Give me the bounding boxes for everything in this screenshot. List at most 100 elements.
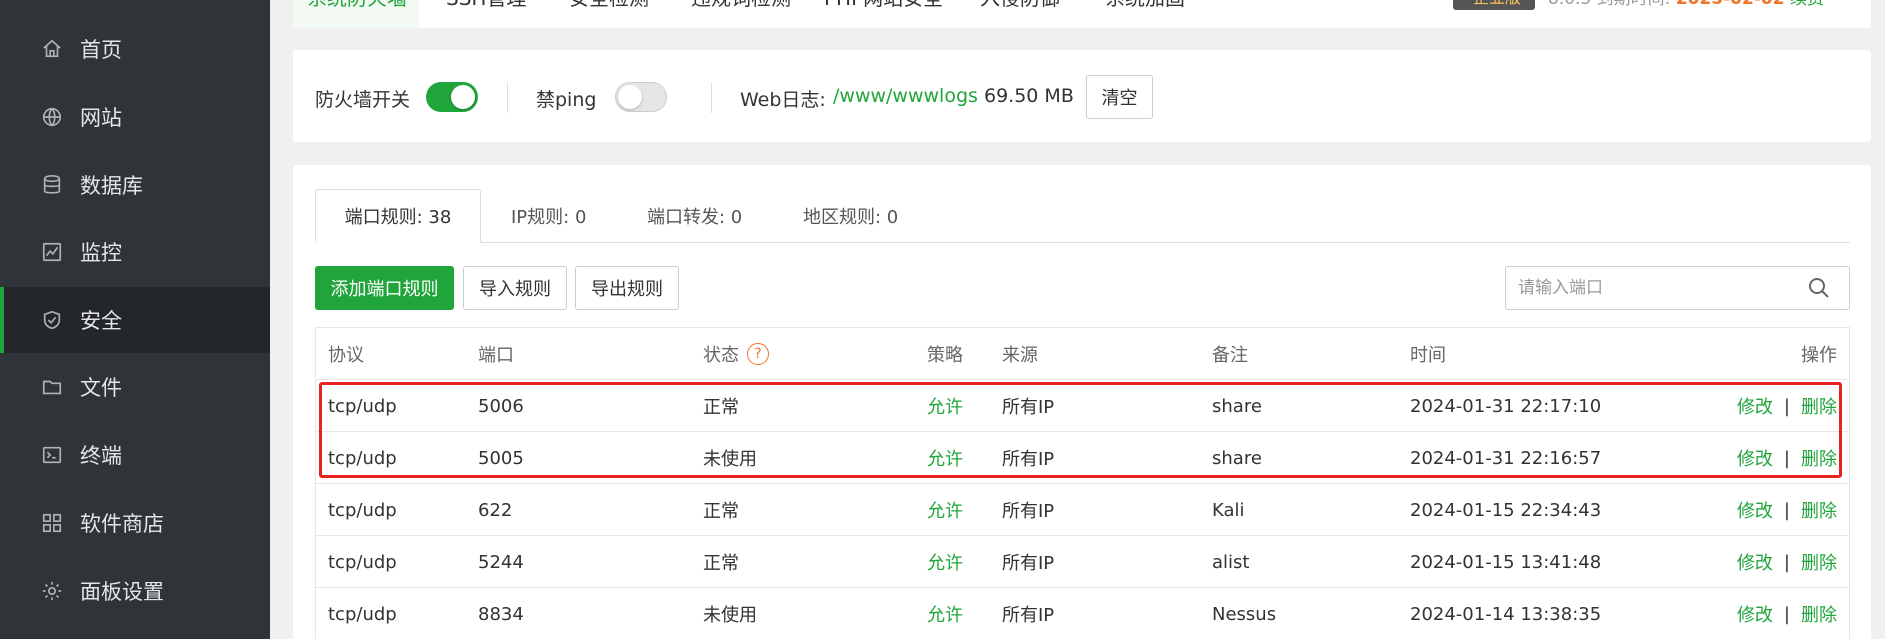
cell-note[interactable]: alist: [1212, 536, 1249, 588]
sidebar-item-files[interactable]: 文件: [0, 354, 270, 420]
edit-link[interactable]: 修改: [1737, 497, 1773, 523]
port-search-input[interactable]: [1505, 266, 1850, 310]
action-separator: |: [1783, 603, 1790, 625]
cell-protocol: tcp/udp: [328, 551, 397, 573]
cell-source: 所有IP: [1002, 501, 1055, 522]
cell-policy: 允许: [927, 605, 963, 626]
cell-time: 2024-01-14 13:38:35: [1410, 603, 1602, 625]
cell-actions: 修改 | 删除: [1737, 484, 1837, 536]
cell-protocol: tcp/udp: [328, 603, 397, 625]
renew-link[interactable]: 续费: [1790, 0, 1824, 9]
sidebar-item-label: 数据库: [80, 174, 143, 198]
sidebar-item-website[interactable]: 网站: [0, 84, 270, 150]
tab-ssh-management[interactable]: SSH管理: [446, 0, 526, 11]
delete-link[interactable]: 删除: [1801, 497, 1837, 523]
action-separator: |: [1783, 395, 1790, 417]
header-port: 端口: [478, 345, 514, 366]
tab-region-rules[interactable]: 地区规则: 0: [803, 189, 898, 243]
cell-source: 所有IP: [1002, 605, 1055, 626]
edit-link[interactable]: 修改: [1737, 601, 1773, 627]
ping-label: 禁ping: [536, 89, 597, 111]
globe-icon: [40, 105, 64, 129]
tab-port-forwarding[interactable]: 端口转发: 0: [647, 189, 742, 243]
sidebar: 首页 网站 数据库 监控 安全 文件 终端 软件商店 面板设置: [0, 0, 270, 639]
header-time: 时间: [1410, 345, 1446, 366]
add-port-rule-button[interactable]: 添加端口规则: [315, 266, 454, 310]
monitor-icon: [40, 240, 64, 264]
cell-actions: 修改 | 删除: [1737, 588, 1837, 639]
toggle-knob: [618, 85, 642, 109]
cell-note[interactable]: Nessus: [1212, 588, 1276, 639]
export-rules-button[interactable]: 导出规则: [575, 266, 679, 310]
cell-protocol: tcp/udp: [328, 395, 397, 417]
firewall-toggle[interactable]: [426, 82, 478, 112]
edition-label: 企业版: [1473, 0, 1521, 8]
expire-date: 2025-02-02: [1676, 0, 1785, 9]
tab-system-hardening[interactable]: 系统加固: [1105, 0, 1185, 11]
delete-link[interactable]: 删除: [1801, 393, 1837, 419]
clear-log-button[interactable]: 清空: [1086, 75, 1153, 119]
expire-label: 到期时间:: [1597, 0, 1671, 9]
tab-intrusion-prevention[interactable]: 入侵防御: [980, 0, 1060, 11]
sidebar-item-app-store[interactable]: 软件商店: [0, 490, 270, 556]
table-row: tcp/udp 5006 正常 允许 所有IP share 2024-01-31…: [316, 380, 1849, 432]
port-rules-table: 协议 端口 状态 ? 策略 来源 备注 时间 操作 tcp/udp 5006 正…: [315, 327, 1850, 639]
header-note: 备注: [1212, 345, 1248, 366]
divider: [711, 83, 712, 113]
help-icon[interactable]: ?: [747, 343, 769, 365]
sidebar-item-home[interactable]: 首页: [0, 16, 270, 82]
sidebar-item-monitor[interactable]: 监控: [0, 219, 270, 285]
tab-ip-rules[interactable]: IP规则: 0: [511, 189, 586, 243]
cell-port: 622: [478, 499, 513, 521]
header-policy: 策略: [927, 345, 963, 366]
delete-link[interactable]: 删除: [1801, 445, 1837, 471]
delete-link[interactable]: 删除: [1801, 601, 1837, 627]
edit-link[interactable]: 修改: [1737, 445, 1773, 471]
cell-policy: 允许: [927, 449, 963, 470]
table-row: tcp/udp 622 正常 允许 所有IP Kali 2024-01-15 2…: [316, 484, 1849, 536]
folder-icon: [40, 375, 64, 399]
cell-status: 正常: [703, 501, 739, 522]
cell-protocol: tcp/udp: [328, 499, 397, 521]
sidebar-item-label: 安全: [80, 309, 122, 333]
action-separator: |: [1783, 551, 1790, 573]
cell-note[interactable]: share: [1212, 432, 1262, 484]
edit-link[interactable]: 修改: [1737, 393, 1773, 419]
tab-port-rules[interactable]: 端口规则: 38: [315, 189, 481, 243]
header-source: 来源: [1002, 345, 1038, 366]
tab-php-site-security[interactable]: PHP网站安全: [824, 0, 943, 11]
header-status-label: 状态: [703, 345, 739, 366]
cell-actions: 修改 | 删除: [1737, 432, 1837, 484]
tab-system-firewall[interactable]: 系统防火墙: [307, 0, 407, 11]
sidebar-item-database[interactable]: 数据库: [0, 152, 270, 218]
tab-security-check[interactable]: 安全检测: [569, 0, 649, 11]
cell-note[interactable]: share: [1212, 380, 1262, 432]
tab-violation-words[interactable]: 违规词检测: [691, 0, 791, 11]
shield-icon: [40, 308, 64, 332]
cell-port: 5244: [478, 551, 524, 573]
edit-link[interactable]: 修改: [1737, 549, 1773, 575]
sidebar-item-label: 首页: [80, 38, 122, 62]
sidebar-item-terminal[interactable]: 终端: [0, 422, 270, 488]
home-icon: [40, 37, 64, 61]
table-header: 协议 端口 状态 ? 策略 来源 备注 时间 操作: [316, 328, 1849, 380]
ping-toggle[interactable]: [615, 82, 667, 112]
weblog-label: Web日志:: [740, 89, 826, 111]
version-text: 8.0.5: [1548, 0, 1591, 9]
firewall-switch-label: 防火墙开关: [315, 89, 411, 111]
cell-policy: 允许: [927, 397, 963, 418]
cell-note[interactable]: Kali: [1212, 484, 1245, 536]
cell-actions: 修改 | 删除: [1737, 380, 1837, 432]
weblog-path-link[interactable]: /www/wwwlogs: [833, 85, 978, 107]
cell-source: 所有IP: [1002, 397, 1055, 418]
import-rules-button[interactable]: 导入规则: [463, 266, 567, 310]
weblog-size: 69.50 MB: [984, 85, 1074, 107]
delete-link[interactable]: 删除: [1801, 549, 1837, 575]
search-icon[interactable]: [1807, 276, 1831, 300]
sidebar-item-label: 面板设置: [80, 580, 164, 604]
action-separator: |: [1783, 447, 1790, 469]
sidebar-item-security[interactable]: 安全: [0, 287, 270, 353]
sidebar-item-panel-settings[interactable]: 面板设置: [0, 558, 270, 624]
action-separator: |: [1783, 499, 1790, 521]
cell-status: 未使用: [703, 449, 757, 470]
